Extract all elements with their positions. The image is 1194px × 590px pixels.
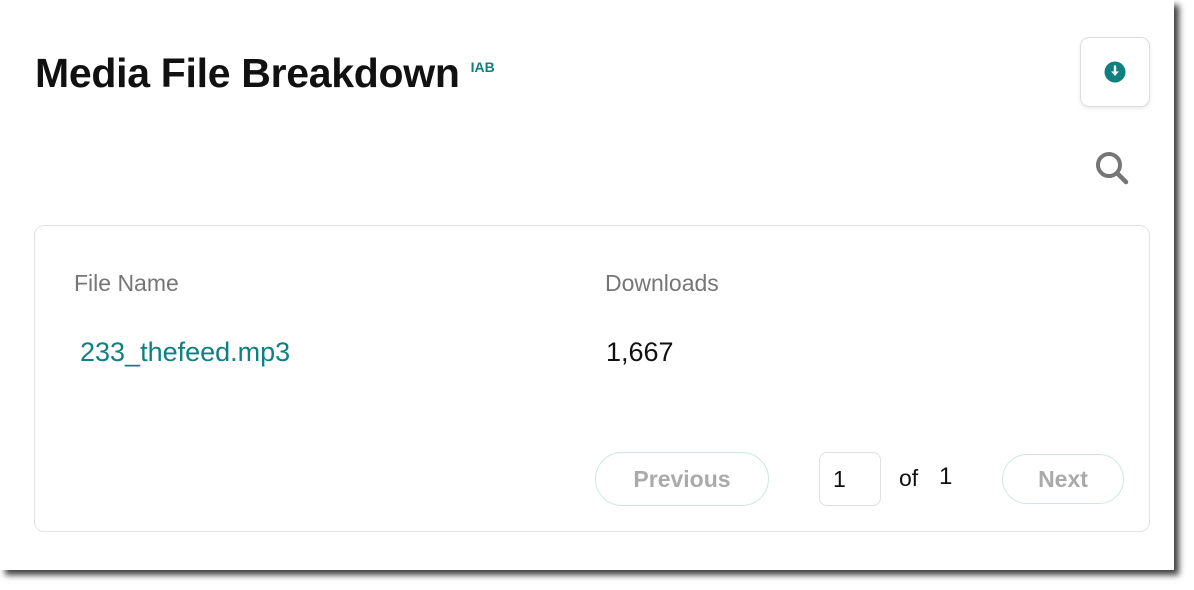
downloads-value: 1,667 [606,337,674,367]
title-row: Media File Breakdown IAB [35,48,495,98]
search-button[interactable] [1092,148,1132,188]
media-file-breakdown-panel: Media File Breakdown IAB File Name Downl… [0,0,1174,570]
page-number-input[interactable] [819,452,881,506]
search-icon [1096,152,1129,185]
download-button[interactable] [1080,37,1150,107]
file-name-link[interactable]: 233_thefeed.mp3 [80,337,290,368]
next-button[interactable]: Next [1002,454,1124,504]
total-pages: 1 [939,463,953,490]
column-header-downloads: Downloads [605,270,719,296]
page-title: Media File Breakdown [35,50,460,96]
of-label: of [899,465,919,491]
previous-button[interactable]: Previous [595,452,769,506]
download-circle-icon [1104,61,1126,83]
iab-badge: IAB [470,59,495,75]
media-file-table-card: File Name Downloads 233_thefeed.mp3 1,66… [34,225,1150,532]
column-header-file-name: File Name [74,270,179,296]
